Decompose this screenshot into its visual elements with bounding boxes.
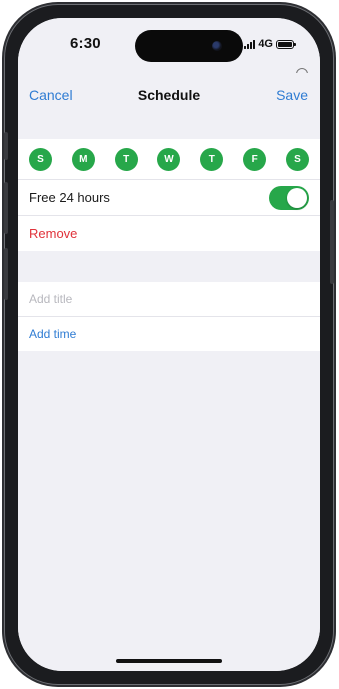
remove-row[interactable]: Remove [18,215,320,251]
day-toggle[interactable]: T [114,147,138,171]
status-bar: 6:30 4G ‹ [18,18,320,83]
home-indicator[interactable] [116,659,222,663]
add-time-row[interactable]: Add time [18,316,320,351]
day-toggle[interactable]: T [200,147,224,171]
title-row [18,282,320,316]
screen: 6:30 4G ‹ Cancel Schedule Save SMTWTFS [18,18,320,671]
side-button-silent [4,132,8,160]
free-24-hours-label: Free 24 hours [29,190,110,205]
title-input[interactable] [29,292,309,306]
side-button-volume-up [4,182,8,234]
free-24-hours-toggle[interactable] [269,185,309,210]
day-toggle[interactable]: M [71,147,95,171]
camera-icon [212,41,222,51]
day-toggle[interactable]: W [157,147,181,171]
toggle-knob [287,187,307,208]
phone-frame: 6:30 4G ‹ Cancel Schedule Save SMTWTFS [4,4,334,685]
details-group: Add time [18,282,320,351]
side-button-volume-down [4,248,8,300]
save-button[interactable]: Save [276,87,308,103]
dynamic-island [135,30,243,62]
day-toggle[interactable]: S [29,147,52,171]
day-toggle[interactable]: S [285,147,309,171]
status-time: 6:30 [70,35,101,52]
network-type: 4G [258,38,273,50]
page-title: Schedule [137,87,201,103]
nav-bar: Cancel Schedule Save [18,73,320,117]
day-selector: SMTWTFS [18,139,320,179]
remove-button[interactable]: Remove [29,226,77,241]
free-24-hours-row: Free 24 hours [18,179,320,215]
status-indicators: 4G [244,38,296,50]
schedule-group: SMTWTFS Free 24 hours Remove [18,139,320,251]
day-toggle[interactable]: F [243,147,267,171]
battery-icon [276,39,296,49]
side-button-power [330,200,334,284]
add-time-button[interactable]: Add time [29,327,76,341]
signal-icon [244,39,256,49]
schedule-sheet: Cancel Schedule Save SMTWTFS Free 24 hou… [18,73,320,671]
